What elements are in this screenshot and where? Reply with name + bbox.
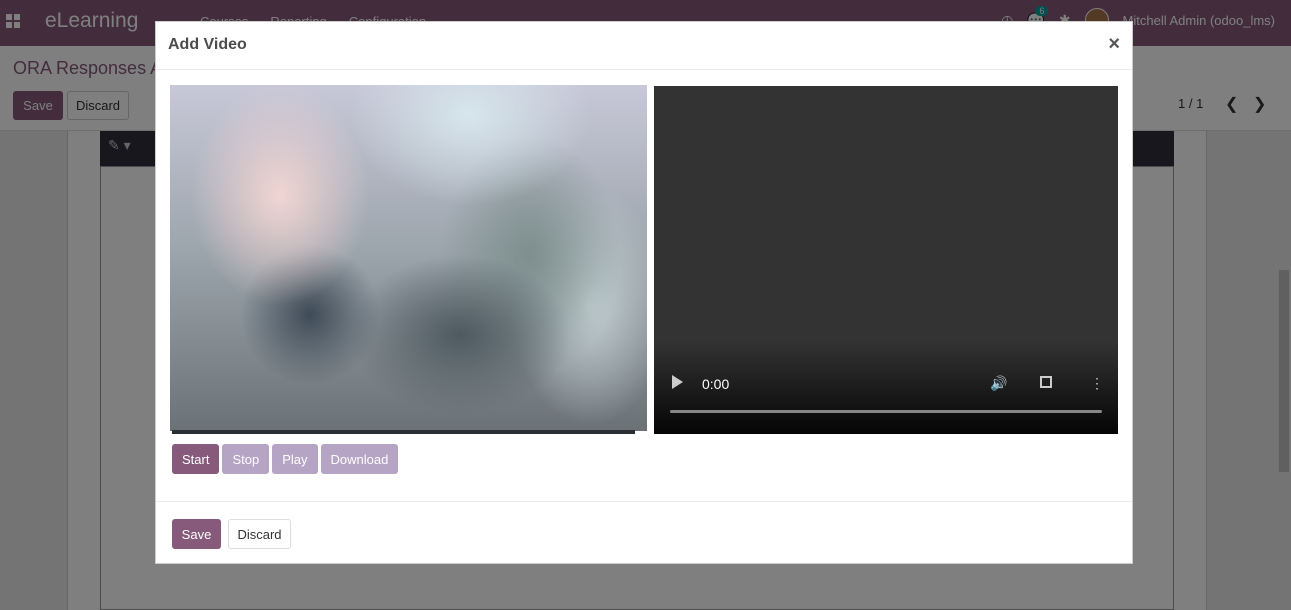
video-time: 0:00 (702, 376, 730, 392)
modal-footer: Save Discard (156, 501, 1132, 563)
video-progress-bar[interactable] (670, 410, 1102, 413)
more-options-icon[interactable]: ⋮ (1090, 375, 1104, 392)
play-button[interactable]: Play (272, 444, 318, 474)
start-button[interactable]: Start (172, 444, 220, 474)
modal-save-button[interactable]: Save (172, 519, 221, 549)
add-video-dialog: Add Video × 0:00 🔊 ⋮ Start Stop Play Dow… (155, 21, 1133, 564)
modal-discard-button[interactable]: Discard (228, 519, 291, 549)
modal-header: Add Video × (156, 22, 1132, 70)
download-button[interactable]: Download (320, 444, 399, 474)
fullscreen-icon[interactable] (1040, 376, 1052, 388)
recorder-controls: Start Stop Play Download (172, 444, 399, 474)
video-player[interactable]: 0:00 🔊 ⋮ (654, 86, 1118, 434)
play-icon[interactable] (672, 375, 683, 389)
camera-preview (170, 85, 647, 431)
volume-icon[interactable]: 🔊 (990, 375, 1007, 392)
close-icon[interactable]: × (1108, 33, 1120, 56)
modal-title: Add Video (168, 36, 247, 53)
stop-button[interactable]: Stop (222, 444, 270, 474)
camera-preview-edge (172, 430, 635, 434)
